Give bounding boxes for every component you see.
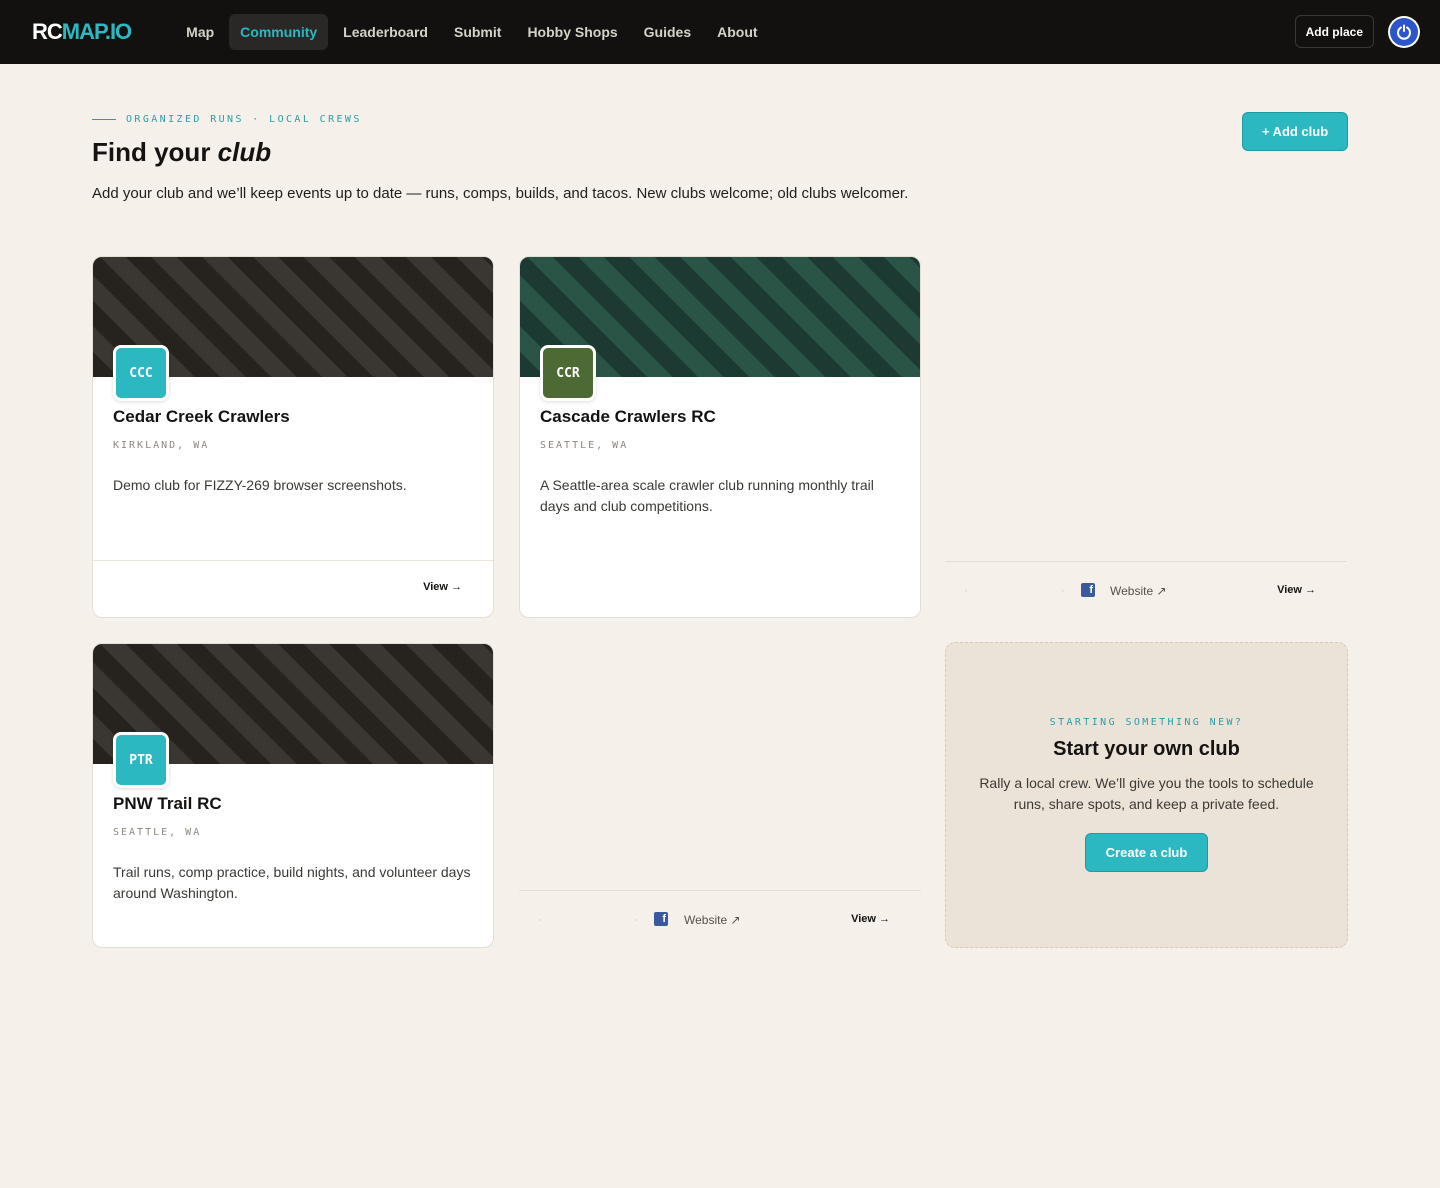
club-badge: PTR xyxy=(113,732,169,788)
club-card[interactable]: CCC Cedar Creek Crawlers KIRKLAND, WA De… xyxy=(92,256,494,618)
club-card-footer: f Website ↗ View → xyxy=(945,561,1347,618)
club-name: Cascade Crawlers RC xyxy=(540,407,716,426)
nav-link-submit[interactable]: Submit xyxy=(443,14,512,50)
club-name: Cedar Creek Crawlers xyxy=(113,407,290,426)
view-club-link[interactable]: View → xyxy=(851,913,890,925)
user-avatar[interactable] xyxy=(1388,15,1420,48)
website-link[interactable]: Website ↗ xyxy=(684,913,741,927)
club-banner: PTR xyxy=(93,644,493,788)
club-banner: CCC xyxy=(93,257,493,401)
power-icon xyxy=(1390,17,1418,46)
site-logo[interactable]: RCMAP.IO xyxy=(32,19,132,45)
add-place-button[interactable]: Add place xyxy=(1294,15,1374,48)
club-card-footer: f Website ↗ View → xyxy=(519,890,921,947)
create-club-button[interactable]: Create a club xyxy=(1085,833,1208,872)
facebook-icon[interactable]: f xyxy=(654,912,668,926)
page-intro: Add your club and we’ll keep events up t… xyxy=(92,185,909,202)
club-card-footer: View → xyxy=(93,560,493,617)
club-description: Trail runs, comp practice, build nights,… xyxy=(113,864,471,901)
add-club-button[interactable]: + Add club xyxy=(1242,112,1348,151)
nav-link-community[interactable]: Community xyxy=(229,14,329,50)
view-club-link[interactable]: View → xyxy=(423,581,462,593)
nav-link-hobby-shops[interactable]: Hobby Shops xyxy=(516,14,628,50)
footer-dot xyxy=(635,919,637,921)
club-description: Demo club for FIZZY-269 browser screensh… xyxy=(113,477,407,493)
footer-dot xyxy=(965,590,967,592)
page-title: Find your club xyxy=(92,137,272,167)
cta-title: Start your own club xyxy=(1053,738,1240,760)
club-card[interactable]: PTR PNW Trail RC SEATTLE, WA Trail runs,… xyxy=(92,643,494,948)
club-banner: CCR xyxy=(520,257,920,401)
top-navbar: RCMAP.IO Map Community Leaderboard Submi… xyxy=(0,0,1440,64)
club-location: SEATTLE, WA xyxy=(113,827,202,838)
club-badge: CCC xyxy=(113,345,169,401)
club-location: KIRKLAND, WA xyxy=(113,440,210,451)
nav-link-map[interactable]: Map xyxy=(175,14,225,50)
eyebrow-line xyxy=(92,119,116,120)
view-club-link[interactable]: View → xyxy=(1277,584,1316,596)
club-location: SEATTLE, WA xyxy=(540,440,629,451)
cta-text: Rally a local crew. We’ll give you the t… xyxy=(979,775,1314,812)
cta-eyebrow: STARTING SOMETHING NEW? xyxy=(1049,717,1244,728)
nav-link-guides[interactable]: Guides xyxy=(633,14,702,50)
website-link[interactable]: Website ↗ xyxy=(1110,584,1167,598)
main-nav: Map Community Leaderboard Submit Hobby S… xyxy=(175,14,768,50)
nav-link-about[interactable]: About xyxy=(706,14,768,50)
start-club-cta: STARTING SOMETHING NEW? Start your own c… xyxy=(945,642,1348,948)
club-description: A Seattle-area scale crawler club runnin… xyxy=(540,477,874,514)
footer-dot xyxy=(1062,590,1064,592)
facebook-icon[interactable]: f xyxy=(1081,583,1095,597)
club-badge: CCR xyxy=(540,345,596,401)
section-eyebrow: ORGANIZED RUNS · LOCAL CREWS xyxy=(92,114,362,125)
club-card[interactable]: CCR Cascade Crawlers RC SEATTLE, WA A Se… xyxy=(519,256,921,618)
nav-link-leaderboard[interactable]: Leaderboard xyxy=(332,14,439,50)
footer-dot xyxy=(539,919,541,921)
club-name: PNW Trail RC xyxy=(113,794,222,813)
